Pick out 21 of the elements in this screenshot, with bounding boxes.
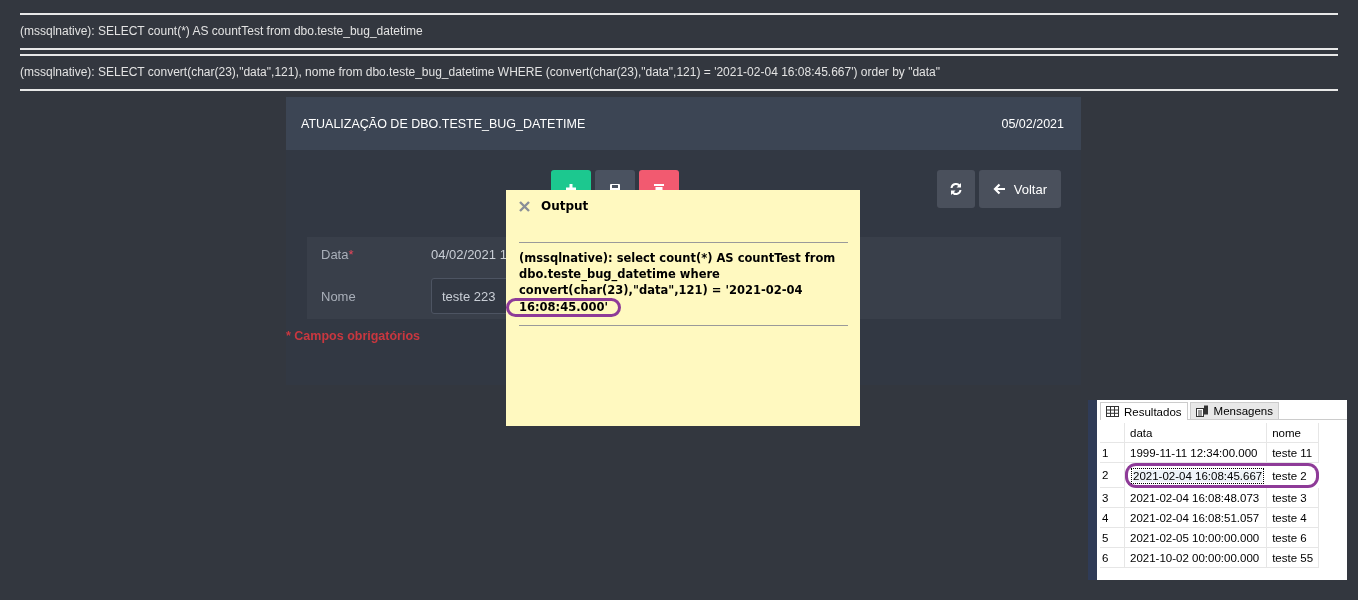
log-line: (mssqlnative): SELECT convert(char(23),"data",121), nome from dbo.teste_bug_datetime WHERE (convert(char(23),"data",121) = '2021-02-04 16:08:45.667') order by "data" — [20, 64, 942, 81]
panel-title: ATUALIZAÇÃO DE DBO.TESTE_BUG_DATETIME — [301, 116, 586, 131]
row-number: 5 — [1100, 528, 1125, 548]
required-note: * Campos obrigatórios — [286, 329, 422, 343]
circled-output-line: 16:08:45.000' — [506, 298, 622, 317]
row-number: 6 — [1100, 548, 1125, 568]
column-header: data — [1125, 423, 1268, 443]
row-number: 1 — [1100, 443, 1125, 463]
output-line: (mssqlnative): select count(*) AS countTest from — [519, 250, 837, 266]
field-label: Nome — [321, 288, 357, 304]
output-line: convert(char(23),"data",121) = '2021-02-04 — [519, 282, 804, 298]
row-number: 2 — [1100, 463, 1125, 488]
row-number: 3 — [1100, 488, 1125, 508]
field-value: 04/02/2021 1 — [431, 246, 507, 262]
field-label: Data* — [321, 246, 355, 262]
popup-title: Output — [541, 199, 589, 213]
log-line: (mssqlnative): SELECT count(*) AS countTest from dbo.teste_bug_datetime — [20, 23, 424, 40]
row-number: 4 — [1100, 508, 1125, 528]
panel-date: 05/02/2021 — [1001, 116, 1064, 131]
column-header: nome — [1267, 423, 1320, 443]
output-line: dbo.teste_bug_datetime where — [519, 266, 721, 282]
